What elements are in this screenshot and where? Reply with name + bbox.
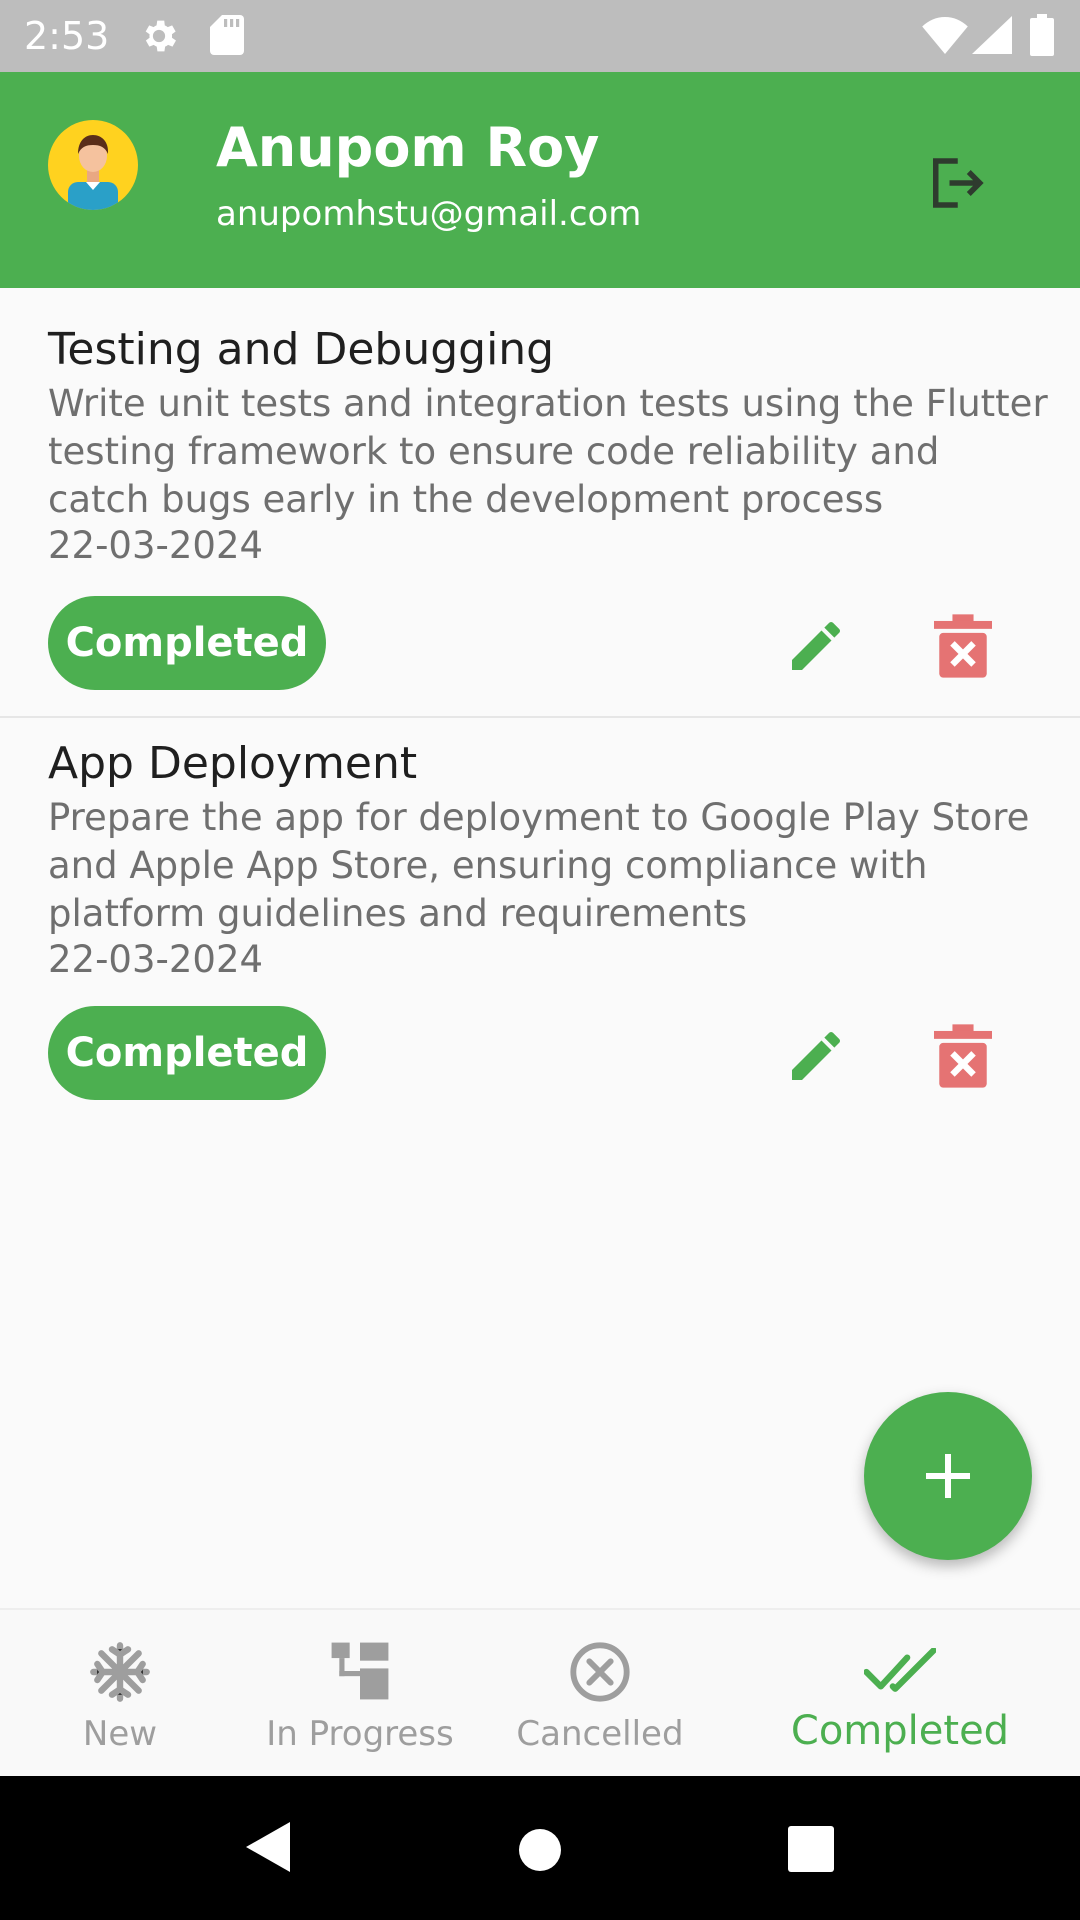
avatar[interactable] <box>48 120 138 210</box>
status-chip[interactable]: Completed <box>48 1006 326 1100</box>
task-description: Prepare the app for deployment to Google… <box>48 796 1030 935</box>
battery-icon <box>1030 14 1054 56</box>
nav-label-cancelled: Cancelled <box>516 1714 684 1754</box>
home-icon[interactable] <box>518 1828 562 1872</box>
edit-icon[interactable] <box>784 614 848 678</box>
profile-header: Anupom Roy anupomhstu@gmail.com <box>0 72 1080 288</box>
gear-icon <box>145 20 176 52</box>
nav-label-new: New <box>82 1714 158 1754</box>
user-avatar-icon <box>68 135 118 210</box>
nav-item-new[interactable]: New <box>0 1610 240 1778</box>
status-chip[interactable]: Completed <box>48 596 326 690</box>
task-card: App Deployment Prepare the app for deplo… <box>0 718 1080 1118</box>
back-icon[interactable] <box>246 1822 290 1872</box>
nav-item-cancelled[interactable]: Cancelled <box>480 1610 720 1778</box>
cancel-circle-icon <box>570 1642 630 1702</box>
task-date: 22-03-2024 <box>48 938 264 981</box>
logout-icon[interactable] <box>922 150 988 216</box>
task-title: Testing and Debugging <box>48 324 555 375</box>
snowflake-icon <box>90 1642 150 1702</box>
plus-icon <box>926 1454 970 1498</box>
task-title: App Deployment <box>48 738 418 789</box>
delete-icon[interactable] <box>934 614 992 678</box>
user-name: Anupom Roy <box>216 116 600 179</box>
task-description: Write unit tests and integration tests u… <box>48 382 1048 521</box>
edit-icon[interactable] <box>784 1024 848 1088</box>
signal-icon <box>972 16 1012 54</box>
sd-card-icon <box>210 15 244 55</box>
system-navigation-bar <box>0 1776 1080 1920</box>
user-email: anupomhstu@gmail.com <box>216 194 642 234</box>
wifi-icon <box>922 16 968 54</box>
nav-item-in-progress[interactable]: In Progress <box>240 1610 480 1778</box>
task-date: 22-03-2024 <box>48 524 264 567</box>
nav-label-completed: Completed <box>790 1708 1010 1754</box>
status-bar: 2:53 <box>0 0 1080 72</box>
recents-icon[interactable] <box>788 1826 834 1872</box>
bottom-navigation: New In Progress Cancelled Completed <box>0 1608 1080 1778</box>
task-card: Testing and Debugging Write unit tests a… <box>0 288 1080 718</box>
double-check-icon <box>864 1648 936 1692</box>
hierarchy-icon <box>331 1642 389 1700</box>
status-time: 2:53 <box>24 14 110 58</box>
nav-item-completed[interactable]: Completed <box>780 1610 1020 1778</box>
nav-label-in-progress: In Progress <box>266 1714 454 1754</box>
add-task-button[interactable] <box>864 1392 1032 1560</box>
delete-icon[interactable] <box>934 1024 992 1088</box>
task-list: Testing and Debugging Write unit tests a… <box>0 288 1080 1118</box>
